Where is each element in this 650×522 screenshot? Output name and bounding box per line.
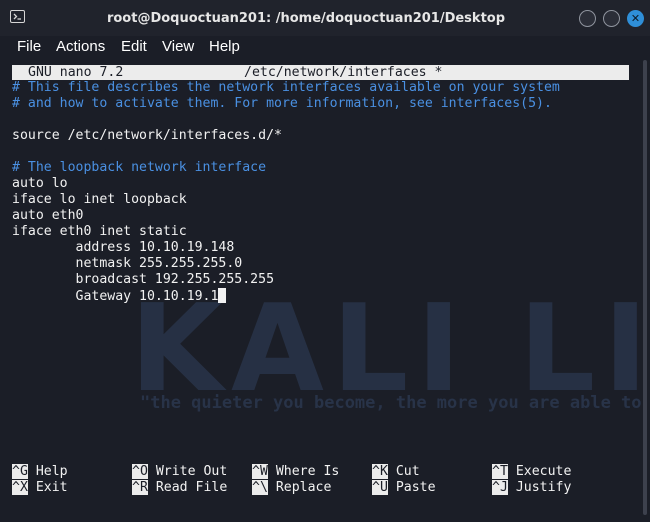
shortcut-label: Replace — [275, 480, 332, 495]
shortcut-key: ^X — [12, 480, 28, 495]
menu-actions[interactable]: Actions — [56, 38, 105, 55]
code-line: iface lo inet loopback — [12, 192, 187, 207]
terminal-scrollbar[interactable] — [643, 60, 647, 515]
code-line: source /etc/network/interfaces.d/* — [12, 128, 282, 143]
shortcut-label: Justify — [515, 480, 572, 495]
shortcut-label: Paste — [395, 480, 436, 495]
shortcut-paste[interactable]: ^U Paste — [372, 480, 436, 496]
nano-filename: /etc/network/interfaces * — [244, 65, 443, 80]
shortcut-label: Help — [35, 464, 68, 479]
menu-help[interactable]: Help — [209, 38, 240, 55]
kali-tagline: "the quieter you become, the more you ar… — [140, 393, 642, 413]
terminal-area[interactable]: KALI LINUX "the quieter you become, the … — [0, 60, 642, 522]
code-line: # This file describes the network interf… — [12, 80, 560, 95]
code-line: # The loopback network interface — [12, 160, 267, 175]
shortcut-key: ^G — [12, 464, 28, 479]
shortcut-label: Where Is — [275, 464, 340, 479]
shortcut-key: ^\ — [252, 480, 268, 495]
shortcut-key: ^U — [372, 480, 388, 495]
shortcut-label: Execute — [515, 464, 572, 479]
shortcut-label: Exit — [35, 480, 68, 495]
shortcut-replace[interactable]: ^\ Replace — [252, 480, 331, 496]
shortcut-help[interactable]: ^G Help — [12, 464, 68, 480]
shortcut-key: ^K — [372, 464, 388, 479]
minimize-button[interactable] — [579, 10, 596, 27]
nano-header: GNU nano 7.2/etc/network/interfaces * — [12, 65, 629, 80]
close-icon: ✕ — [630, 12, 641, 25]
shortcut-label: Cut — [395, 464, 420, 479]
shortcut-label: Read File — [155, 480, 228, 495]
shortcut-justify[interactable]: ^J Justify — [492, 480, 571, 496]
code-line: netmask 255.255.255.0 — [12, 256, 243, 271]
title-bar[interactable]: root@Doquoctuan201: /home/doquoctuan201/… — [0, 0, 650, 36]
code-line: iface eth0 inet static — [12, 224, 187, 239]
code-line: address 10.10.19.148 — [12, 240, 235, 255]
window-title: root@Doquoctuan201: /home/doquoctuan201/… — [106, 11, 506, 26]
close-button[interactable]: ✕ — [627, 10, 644, 27]
shortcut-key: ^R — [132, 480, 148, 495]
menu-edit[interactable]: Edit — [121, 38, 147, 55]
menu-view[interactable]: View — [162, 38, 194, 55]
code-line: auto lo — [12, 176, 68, 191]
shortcut-read-file[interactable]: ^R Read File — [132, 480, 227, 496]
shortcut-cut[interactable]: ^K Cut — [372, 464, 420, 480]
text-cursor — [218, 288, 227, 303]
shortcut-key: ^O — [132, 464, 148, 479]
maximize-button[interactable] — [603, 10, 620, 27]
menu-bar: File Actions Edit View Help — [0, 36, 650, 58]
shortcut-key: ^W — [252, 464, 268, 479]
code-line-cursor: Gateway 10.10.19.1 — [12, 288, 227, 305]
code-line: auto eth0 — [12, 208, 84, 223]
nano-version: GNU nano 7.2 — [28, 65, 124, 80]
shortcut-key: ^J — [492, 480, 508, 495]
shortcut-write-out[interactable]: ^O Write Out — [132, 464, 227, 480]
code-line: Gateway 10.10.19.1 — [12, 289, 219, 304]
terminal-window: root@Doquoctuan201: /home/doquoctuan201/… — [0, 0, 650, 522]
shortcut-exit[interactable]: ^X Exit — [12, 480, 68, 496]
code-line: broadcast 192.255.255.255 — [12, 272, 275, 287]
shortcut-key: ^T — [492, 464, 508, 479]
shortcut-label: Write Out — [155, 464, 228, 479]
shortcut-where-is[interactable]: ^W Where Is — [252, 464, 339, 480]
code-line: # and how to activate them. For more inf… — [12, 96, 552, 111]
shortcut-execute[interactable]: ^T Execute — [492, 464, 571, 480]
menu-file[interactable]: File — [17, 38, 41, 55]
